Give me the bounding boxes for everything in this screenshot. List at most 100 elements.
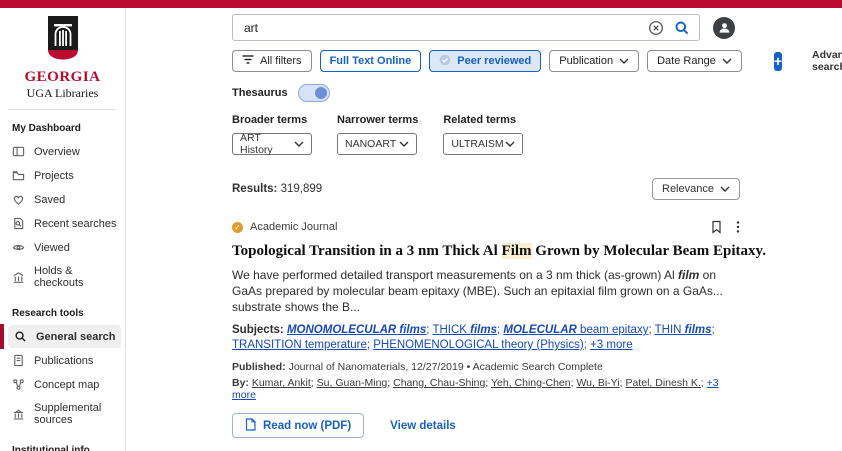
sidebar-item-supplemental-sources[interactable]: Supplemental sources [0, 397, 121, 431]
chevron-down-icon [294, 138, 304, 150]
subject-link[interactable]: films [685, 324, 712, 336]
date-range-dropdown[interactable]: Date Range [647, 50, 742, 72]
sort-dropdown[interactable]: Relevance [652, 178, 740, 200]
publication-dropdown[interactable]: Publication [549, 50, 640, 72]
chevron-down-icon [722, 55, 732, 67]
sidebar-item-publications[interactable]: Publications [0, 349, 121, 372]
search-submit-icon[interactable] [674, 20, 690, 36]
add-filter-button[interactable]: + [773, 51, 782, 71]
concept-map-icon [12, 378, 25, 391]
account-avatar[interactable] [713, 16, 735, 39]
academic-journal-icon: ✓ [232, 221, 243, 233]
sidebar-item-general-search[interactable]: General search [0, 324, 121, 349]
thesaurus-toggle[interactable] [297, 84, 330, 102]
chevron-down-icon [720, 183, 730, 195]
author-link[interactable]: Chang, Chau-Shing [393, 377, 485, 389]
sidebar-item-label: Viewed [34, 241, 70, 254]
sidebar-item-holds-checkouts[interactable]: Holds & checkouts [0, 260, 121, 294]
author-link[interactable]: Yeh, Ching-Chen [491, 377, 571, 389]
sidebar-item-viewed[interactable]: Viewed [0, 236, 121, 259]
advanced-search-link[interactable]: Advanced search [812, 49, 842, 73]
sidebar: GEORGIA UGA Libraries My Dashboard Overv… [0, 8, 126, 451]
all-filters-button[interactable]: All filters [232, 50, 312, 72]
filter-icon [242, 54, 254, 68]
subject-links: MONOMOLECULAR films; THICK films; MOLECU… [232, 324, 715, 351]
result-card: ✓ Academic Journal Topological Transitio… [232, 220, 766, 438]
sidebar-item-label: Concept map [34, 378, 100, 391]
bank-icon [12, 408, 25, 421]
results-count: Results: 319,899 [232, 183, 323, 195]
result-title[interactable]: Topological Transition in a 3 nm Thick A… [232, 243, 766, 260]
narrower-terms-group: Narrower terms NANOART [337, 114, 418, 155]
check-circle-icon [439, 54, 451, 69]
chevron-down-icon [619, 55, 629, 67]
main-area: All filters Full Text Online Peer review… [126, 8, 842, 451]
subject-link[interactable]: TRANSITION temperature [232, 339, 367, 351]
clear-search-icon[interactable] [648, 20, 664, 36]
toggle-knob-icon [314, 87, 327, 99]
sidebar-heading-institutional: Institutional info [12, 445, 90, 451]
subject-link[interactable]: beam epitaxy [580, 324, 648, 336]
eye-icon [12, 241, 25, 254]
subject-link[interactable]: MONOMOLECULAR films [287, 324, 426, 336]
record-type-label: Academic Journal [250, 221, 338, 233]
brand-uga-libraries: UGA Libraries [26, 86, 99, 100]
result-card-header: ✓ Academic Journal [232, 220, 740, 234]
peer-reviewed-button[interactable]: Peer reviewed [429, 50, 542, 72]
subject-link[interactable]: THIN [655, 324, 685, 336]
sidebar-item-saved[interactable]: Saved [0, 188, 121, 211]
author-links: Kumar, Ankit; Su, Guan-Ming; Chang, Chau… [251, 377, 707, 389]
narrower-terms-label: Narrower terms [337, 114, 419, 126]
brand-georgia: GEORGIA [24, 69, 101, 85]
search-input[interactable] [242, 19, 638, 36]
subjects-line: Subjects: MONOMOLECULAR films; THICK fil… [232, 323, 734, 353]
results-row: Results: 319,899 Relevance [232, 178, 740, 200]
top-accent-bar [0, 0, 842, 8]
subject-link[interactable]: MOLECULAR [503, 324, 580, 336]
related-terms-dropdown[interactable]: ULTRAISM [443, 133, 524, 155]
result-actions: Read now (PDF) View details [232, 413, 740, 438]
subject-link[interactable]: +3 more [590, 339, 633, 351]
bookmark-icon[interactable] [710, 220, 723, 234]
publication-icon [12, 354, 25, 367]
published-line: Published: Journal of Nanomaterials, 12/… [232, 361, 603, 373]
thesaurus-terms: Broader terms ART History Narrower terms… [232, 114, 744, 156]
sidebar-item-label: Recent searches [34, 217, 117, 230]
sidebar-item-concept-map[interactable]: Concept map [0, 373, 121, 396]
sidebar-item-projects[interactable]: Projects [0, 164, 121, 187]
overflow-menu-icon[interactable] [736, 220, 740, 234]
broader-terms-label: Broader terms [232, 114, 308, 126]
author-link[interactable]: Patel, Dinesh K. [625, 377, 700, 389]
sidebar-item-label: Overview [34, 145, 80, 158]
search-box [232, 14, 700, 41]
sidebar-item-label: Holds & checkouts [34, 265, 84, 289]
chevron-down-icon [399, 138, 409, 150]
sidebar-item-overview[interactable]: Overview [0, 140, 121, 163]
search-row [232, 14, 744, 41]
author-link[interactable]: Kumar, Ankit [252, 377, 311, 389]
related-terms-group: Related terms ULTRAISM [443, 114, 524, 155]
author-link[interactable]: Wu, Bi-Yi [576, 377, 619, 389]
read-now-pdf-button[interactable]: Read now (PDF) [232, 413, 365, 438]
broader-terms-dropdown[interactable]: ART History [232, 132, 312, 156]
overview-icon [12, 145, 25, 158]
subject-link[interactable]: THICK [432, 324, 470, 336]
search-icon [14, 330, 27, 343]
uga-logo[interactable]: GEORGIA UGA Libraries [0, 8, 125, 100]
sidebar-item-recent-searches[interactable]: Recent searches [0, 212, 121, 235]
subject-link[interactable]: PHENOMENOLOGICAL theory (Physics) [373, 339, 583, 351]
document-search-icon [12, 217, 25, 230]
library-building-icon [12, 271, 25, 284]
subject-link[interactable]: films [470, 324, 497, 336]
full-text-online-button[interactable]: Full Text Online [319, 50, 422, 72]
subject-link[interactable]: ; [712, 324, 715, 336]
author-link[interactable]: Su, Guan-Ming [317, 377, 388, 389]
authors-line: By: Kumar, Ankit; Su, Guan-Ming; Chang, … [232, 377, 719, 401]
pdf-icon [245, 417, 256, 434]
view-details-link[interactable]: View details [390, 420, 456, 432]
sidebar-item-label: General search [36, 330, 116, 343]
sidebar-heading-research-tools: Research tools [12, 308, 84, 319]
heart-icon [12, 193, 25, 206]
sidebar-item-label: Supplemental sources [34, 402, 102, 426]
narrower-terms-dropdown[interactable]: NANOART [337, 133, 417, 155]
